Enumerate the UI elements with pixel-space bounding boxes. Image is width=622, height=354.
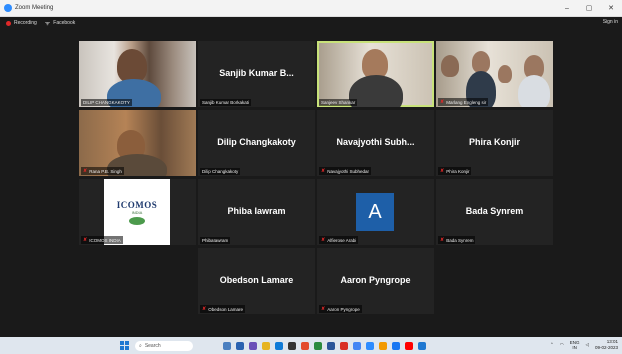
leaf-icon <box>129 216 145 225</box>
mic-muted-icon: ✘ <box>440 168 445 174</box>
facebook-live-indicator[interactable]: ᯤ Facebook <box>45 19 75 27</box>
mic-muted-icon: ✘ <box>321 237 326 243</box>
participant-name-label: ✘ Phira Konjir <box>438 167 472 175</box>
teams-icon[interactable] <box>249 341 257 350</box>
participant-video-body <box>518 75 550 107</box>
zoom-logo-icon <box>4 4 12 12</box>
task-view-icon[interactable] <box>223 341 231 350</box>
participant-display-name: Navajyothi Subh... <box>336 137 415 147</box>
participant-name-label: DILIP CHANGKAKOTY <box>81 99 132 106</box>
edge-icon[interactable] <box>275 341 283 350</box>
app-icon[interactable] <box>340 341 348 350</box>
participant-tile-phira[interactable]: Phira Konjir ✘ Phira Konjir <box>436 110 553 176</box>
participant-display-name: Phiba Iawram <box>227 206 286 216</box>
wifi-icon[interactable]: ◠ <box>560 342 564 348</box>
participant-display-name: Sanjib Kumar B... <box>219 68 294 78</box>
participant-tile-dilip-video[interactable]: DILIP CHANGKAKOTY <box>79 41 196 107</box>
meeting-area: Recording ᯤ Facebook Sign in DILIP CHANGK… <box>0 17 622 337</box>
file-explorer-icon[interactable] <box>262 341 270 350</box>
facebook-icon[interactable] <box>392 341 400 350</box>
minimize-button[interactable]: – <box>556 5 578 12</box>
system-tray: ⌃ ◠ ENG IN ◁ 13:01 09-02-2023 <box>550 339 618 350</box>
participant-display-name: Bada Synrem <box>465 206 524 216</box>
chrome-icon[interactable] <box>353 341 361 350</box>
participant-tile-marlang[interactable]: ✘ Marlang Engleng sir <box>436 41 553 107</box>
participant-display-name: Obedson Lamare <box>219 275 294 285</box>
app-icon[interactable] <box>379 341 387 350</box>
office-icon[interactable] <box>301 341 309 350</box>
excel-icon[interactable] <box>314 341 322 350</box>
participant-tile-icomos[interactable]: ICOMOS INDIA ✘ ICOMOS INDIA <box>79 179 196 245</box>
taskbar-search-box[interactable]: ⌕ Search <box>135 340 193 351</box>
maximize-button[interactable]: ▢ <box>578 4 600 12</box>
participant-tile-bada[interactable]: Bada Synrem ✘ Bada Synrem <box>436 179 553 245</box>
participant-tile-obedson[interactable]: Obedson Lamare ✘ Obedson Lamare <box>198 248 315 314</box>
mic-muted-icon: ✘ <box>83 168 88 174</box>
participant-display-name: Dilip Changkakoty <box>217 137 296 147</box>
live-stream-icon: ᯤ <box>44 21 51 27</box>
participant-name-label: ✘ ICOMOS INDIA <box>81 236 123 244</box>
search-icon: ⌕ <box>139 342 142 349</box>
participant-name-label: ✘ Bada Synrem <box>438 236 476 244</box>
participant-tile-sanjeev-active-speaker[interactable]: Sanjeev Shankar <box>317 41 434 107</box>
participant-name-label: Sanjeev Shankar <box>319 99 358 106</box>
mic-muted-icon: ✘ <box>440 237 445 243</box>
participant-name-label: Sanjib Kumar Borkakati <box>200 99 252 106</box>
mic-muted-icon: ✘ <box>321 168 326 174</box>
youtube-icon[interactable] <box>405 341 413 350</box>
participant-name-label: ✘ Obedson Lamare <box>200 305 245 313</box>
participant-tile-dilip[interactable]: Dilip Changkakoty Dilip Changkakoty <box>198 110 315 176</box>
recording-indicator[interactable]: Recording <box>14 20 37 26</box>
widgets-icon[interactable] <box>236 341 244 350</box>
participant-name-label: ✘ Navajyothi Subhedar <box>319 167 371 175</box>
participant-name-label: Dilip Changkakoty <box>200 168 241 175</box>
sign-in-link[interactable]: Sign in <box>603 19 618 25</box>
avatar: A <box>356 193 394 231</box>
taskbar-apps <box>223 341 431 350</box>
store-icon[interactable] <box>288 341 296 350</box>
logo-title: ICOMOS <box>116 199 158 210</box>
mic-muted-icon: ✘ <box>321 306 326 312</box>
participant-display-name: Aaron Pyngrope <box>340 275 411 285</box>
participant-video <box>117 49 147 83</box>
logo-subtitle: INDIA <box>131 209 143 215</box>
word-icon[interactable] <box>327 341 335 350</box>
participant-name-label: ✘ Aaron Pyngrope <box>319 305 362 313</box>
recording-icon <box>6 20 11 26</box>
mic-muted-icon: ✘ <box>202 306 207 312</box>
meeting-top-toolbar: Recording ᯤ Facebook Sign in <box>0 17 622 29</box>
participant-display-name: Phira Konjir <box>468 137 520 147</box>
participant-tile-aaron[interactable]: Aaron Pyngrope ✘ Aaron Pyngrope <box>317 248 434 314</box>
mic-muted-icon: ✘ <box>83 237 88 243</box>
taskbar-clock[interactable]: 13:01 09-02-2023 <box>595 339 618 350</box>
participant-tile-rana[interactable]: ✘ Rana P.B. Singh <box>79 110 196 176</box>
participant-video <box>441 55 459 77</box>
tray-overflow-icon[interactable]: ⌃ <box>550 342 554 348</box>
close-button[interactable]: ✕ <box>600 4 622 12</box>
participant-tile-navajyothi[interactable]: Navajyothi Subh... ✘ Navajyothi Subhedar <box>317 110 434 176</box>
participant-name-label: ✘ Marlang Engleng sir <box>438 98 489 106</box>
participant-video <box>472 51 490 73</box>
windows-start-button[interactable] <box>120 341 129 350</box>
volume-icon[interactable]: ◁ <box>586 342 589 348</box>
window-titlebar: Zoom Meeting – ▢ ✕ <box>0 0 622 17</box>
participant-video <box>498 65 512 83</box>
participant-tile-phiba[interactable]: Phiba Iawram PhibaIawram <box>198 179 315 245</box>
app-icon[interactable] <box>418 341 426 350</box>
zoom-icon[interactable] <box>366 341 374 350</box>
participant-name-label: ✘ Rana P.B. Singh <box>81 167 124 175</box>
window-title: Zoom Meeting <box>15 5 54 11</box>
participant-name-label: PhibaIawram <box>200 237 231 244</box>
language-indicator[interactable]: ENG IN <box>570 340 580 350</box>
participant-tile-alfie[interactable]: A ✘ Alfierose Arabi <box>317 179 434 245</box>
mic-muted-icon: ✘ <box>440 99 445 105</box>
participant-name-label: ✘ Alfierose Arabi <box>319 236 359 244</box>
windows-taskbar: ⌕ Search ⌃ ◠ ENG IN ◁ 13:01 09-02-2023 <box>0 337 622 354</box>
participant-tile-sanjib[interactable]: Sanjib Kumar B... Sanjib Kumar Borkakati <box>198 41 315 107</box>
